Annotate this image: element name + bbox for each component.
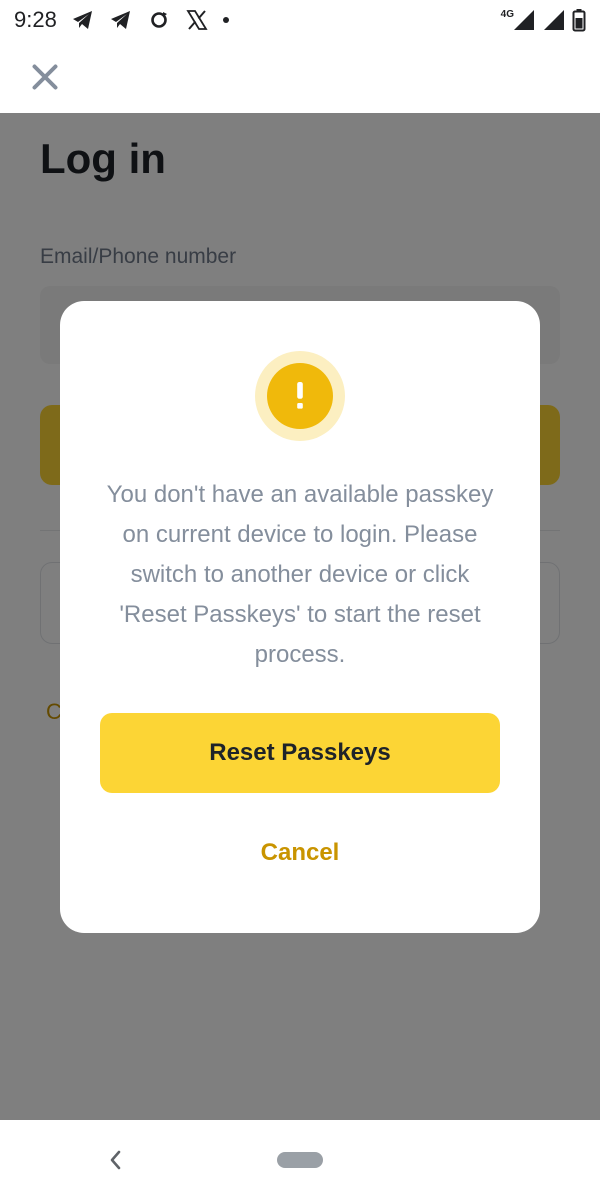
- signal-icon: [544, 10, 564, 30]
- status-icons-right: 4G: [501, 8, 586, 32]
- close-button[interactable]: [28, 60, 62, 94]
- notification-dot-icon: [222, 17, 229, 23]
- battery-icon: [572, 9, 586, 32]
- top-app-bar: [0, 40, 600, 113]
- status-bar: 9:28 4G: [0, 0, 600, 40]
- dialog-message: You don't have an available passkey on c…: [106, 481, 494, 668]
- network-type: 4G: [500, 8, 514, 20]
- status-time: 9:28: [14, 7, 57, 32]
- reset-passkeys-button[interactable]: Reset Passkeys: [100, 713, 500, 793]
- telegram-icon: [110, 11, 130, 29]
- back-button[interactable]: [102, 1146, 130, 1174]
- back-chevron-icon: [110, 1150, 121, 1170]
- telegram-icon: [72, 11, 92, 29]
- system-nav-bar: [0, 1120, 600, 1200]
- exclamation-icon: [297, 382, 303, 409]
- status-icons-left: [71, 8, 229, 32]
- home-pill-icon[interactable]: [277, 1152, 323, 1168]
- cancel-button[interactable]: Cancel: [200, 831, 400, 875]
- passkey-dialog: You don't have an available passkey on c…: [60, 301, 540, 933]
- x-logo-icon: [186, 10, 208, 30]
- warning-icon: [255, 351, 345, 441]
- sync-icon: [151, 12, 167, 28]
- close-icon: [32, 64, 58, 90]
- signal-icon: [514, 10, 534, 30]
